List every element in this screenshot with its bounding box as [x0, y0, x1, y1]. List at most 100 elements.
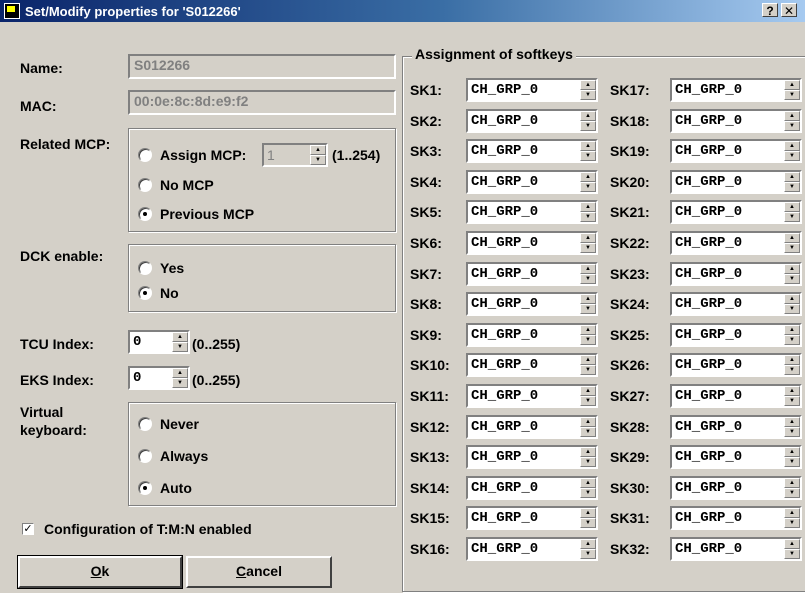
spin-down-icon[interactable]: ▼ [580, 365, 596, 375]
name-field[interactable]: S012266 [128, 54, 396, 79]
spin-down-icon[interactable]: ▼ [784, 304, 800, 314]
previous-mcp-radio[interactable] [138, 207, 152, 221]
spin-down-icon[interactable]: ▼ [580, 427, 596, 437]
spin-down-icon[interactable]: ▼ [580, 151, 596, 161]
softkey-spinbox[interactable]: CH_GRP_0 ▲ ▼ [670, 323, 802, 347]
spin-up-icon[interactable]: ▲ [580, 294, 596, 304]
spin-down-icon[interactable]: ▼ [784, 121, 800, 131]
spin-down-icon[interactable]: ▼ [172, 342, 188, 352]
spin-up-icon[interactable]: ▲ [784, 447, 800, 457]
spin-up-icon[interactable]: ▲ [580, 264, 596, 274]
softkey-spinbox[interactable]: CH_GRP_0 ▲ ▼ [670, 445, 802, 469]
softkey-spinbox[interactable]: CH_GRP_0 ▲ ▼ [670, 415, 802, 439]
spin-down-icon[interactable]: ▼ [784, 427, 800, 437]
close-button[interactable]: ✕ [781, 3, 797, 18]
spin-down-icon[interactable]: ▼ [784, 365, 800, 375]
softkey-spinbox[interactable]: CH_GRP_0 ▲ ▼ [670, 384, 802, 408]
spin-up-icon[interactable]: ▲ [784, 355, 800, 365]
eks-index-spinbox[interactable]: 0 ▲ ▼ [128, 366, 190, 390]
softkey-spinbox[interactable]: CH_GRP_0 ▲ ▼ [466, 323, 598, 347]
softkey-spinbox[interactable]: CH_GRP_0 ▲ ▼ [670, 109, 802, 133]
softkey-spinbox[interactable]: CH_GRP_0 ▲ ▼ [466, 384, 598, 408]
spin-up-icon[interactable]: ▲ [784, 294, 800, 304]
softkey-spinbox[interactable]: CH_GRP_0 ▲ ▼ [670, 506, 802, 530]
spin-down-icon[interactable]: ▼ [580, 549, 596, 559]
spin-down-icon[interactable]: ▼ [172, 378, 188, 388]
spin-down-icon[interactable]: ▼ [580, 274, 596, 284]
softkey-spinbox[interactable]: CH_GRP_0 ▲ ▼ [670, 476, 802, 500]
vk-always-radio[interactable] [138, 449, 152, 463]
dck-no-radio[interactable] [138, 286, 152, 300]
dck-yes-radio[interactable] [138, 261, 152, 275]
spin-down-icon[interactable]: ▼ [580, 90, 596, 100]
spin-up-icon[interactable]: ▲ [784, 508, 800, 518]
spin-up-icon[interactable]: ▲ [784, 141, 800, 151]
softkey-spinbox[interactable]: CH_GRP_0 ▲ ▼ [466, 231, 598, 255]
spin-up-icon[interactable]: ▲ [172, 368, 188, 378]
softkey-spinbox[interactable]: CH_GRP_0 ▲ ▼ [466, 262, 598, 286]
title-bar[interactable]: Set/Modify properties for 'S012266' ? ✕ [0, 0, 805, 22]
softkey-spinbox[interactable]: CH_GRP_0 ▲ ▼ [670, 231, 802, 255]
spin-down-icon[interactable]: ▼ [310, 155, 326, 165]
spin-down-icon[interactable]: ▼ [784, 243, 800, 253]
softkey-spinbox[interactable]: CH_GRP_0 ▲ ▼ [670, 292, 802, 316]
spin-up-icon[interactable]: ▲ [580, 478, 596, 488]
spin-up-icon[interactable]: ▲ [580, 355, 596, 365]
spin-up-icon[interactable]: ▲ [580, 325, 596, 335]
softkey-spinbox[interactable]: CH_GRP_0 ▲ ▼ [466, 445, 598, 469]
spin-down-icon[interactable]: ▼ [784, 151, 800, 161]
spin-up-icon[interactable]: ▲ [580, 508, 596, 518]
vk-auto-radio[interactable] [138, 481, 152, 495]
assign-mcp-radio[interactable] [138, 148, 152, 162]
assign-mcp-option[interactable]: Assign MCP: [138, 147, 246, 163]
spin-down-icon[interactable]: ▼ [784, 90, 800, 100]
spin-down-icon[interactable]: ▼ [580, 335, 596, 345]
spin-up-icon[interactable]: ▲ [784, 539, 800, 549]
no-mcp-option[interactable]: No MCP [138, 177, 214, 193]
spin-down-icon[interactable]: ▼ [580, 304, 596, 314]
spin-down-icon[interactable]: ▼ [580, 121, 596, 131]
vk-never-option[interactable]: Never [138, 416, 199, 432]
spin-down-icon[interactable]: ▼ [580, 182, 596, 192]
vk-always-option[interactable]: Always [138, 448, 208, 464]
ok-button[interactable]: Ok [17, 555, 183, 589]
spin-up-icon[interactable]: ▲ [580, 80, 596, 90]
tcu-index-spinbox[interactable]: 0 ▲ ▼ [128, 330, 190, 354]
spin-up-icon[interactable]: ▲ [580, 447, 596, 457]
spin-down-icon[interactable]: ▼ [580, 518, 596, 528]
softkey-spinbox[interactable]: CH_GRP_0 ▲ ▼ [466, 109, 598, 133]
spin-up-icon[interactable]: ▲ [580, 386, 596, 396]
softkey-spinbox[interactable]: CH_GRP_0 ▲ ▼ [466, 139, 598, 163]
spin-down-icon[interactable]: ▼ [580, 243, 596, 253]
softkey-spinbox[interactable]: CH_GRP_0 ▲ ▼ [670, 200, 802, 224]
spin-down-icon[interactable]: ▼ [784, 549, 800, 559]
spin-up-icon[interactable]: ▲ [580, 417, 596, 427]
spin-up-icon[interactable]: ▲ [784, 417, 800, 427]
softkey-spinbox[interactable]: CH_GRP_0 ▲ ▼ [466, 78, 598, 102]
spin-up-icon[interactable]: ▲ [784, 80, 800, 90]
softkey-spinbox[interactable]: CH_GRP_0 ▲ ▼ [670, 139, 802, 163]
spin-up-icon[interactable]: ▲ [580, 141, 596, 151]
softkey-spinbox[interactable]: CH_GRP_0 ▲ ▼ [466, 537, 598, 561]
spin-down-icon[interactable]: ▼ [784, 488, 800, 498]
spin-up-icon[interactable]: ▲ [580, 202, 596, 212]
spin-down-icon[interactable]: ▼ [580, 396, 596, 406]
spin-up-icon[interactable]: ▲ [310, 145, 326, 155]
vk-never-radio[interactable] [138, 417, 152, 431]
previous-mcp-option[interactable]: Previous MCP [138, 206, 254, 222]
mac-field[interactable]: 00:0e:8c:8d:e9:f2 [128, 90, 396, 115]
softkey-spinbox[interactable]: CH_GRP_0 ▲ ▼ [670, 353, 802, 377]
spin-up-icon[interactable]: ▲ [580, 539, 596, 549]
softkey-spinbox[interactable]: CH_GRP_0 ▲ ▼ [670, 170, 802, 194]
spin-up-icon[interactable]: ▲ [172, 332, 188, 342]
help-button[interactable]: ? [762, 3, 778, 18]
spin-down-icon[interactable]: ▼ [784, 457, 800, 467]
spin-up-icon[interactable]: ▲ [784, 325, 800, 335]
spin-up-icon[interactable]: ▲ [784, 478, 800, 488]
spin-up-icon[interactable]: ▲ [784, 202, 800, 212]
tmn-checkbox[interactable]: ✓ [22, 523, 34, 535]
dck-yes-option[interactable]: Yes [138, 260, 184, 276]
spin-up-icon[interactable]: ▲ [580, 233, 596, 243]
spin-up-icon[interactable]: ▲ [784, 264, 800, 274]
spin-down-icon[interactable]: ▼ [784, 396, 800, 406]
